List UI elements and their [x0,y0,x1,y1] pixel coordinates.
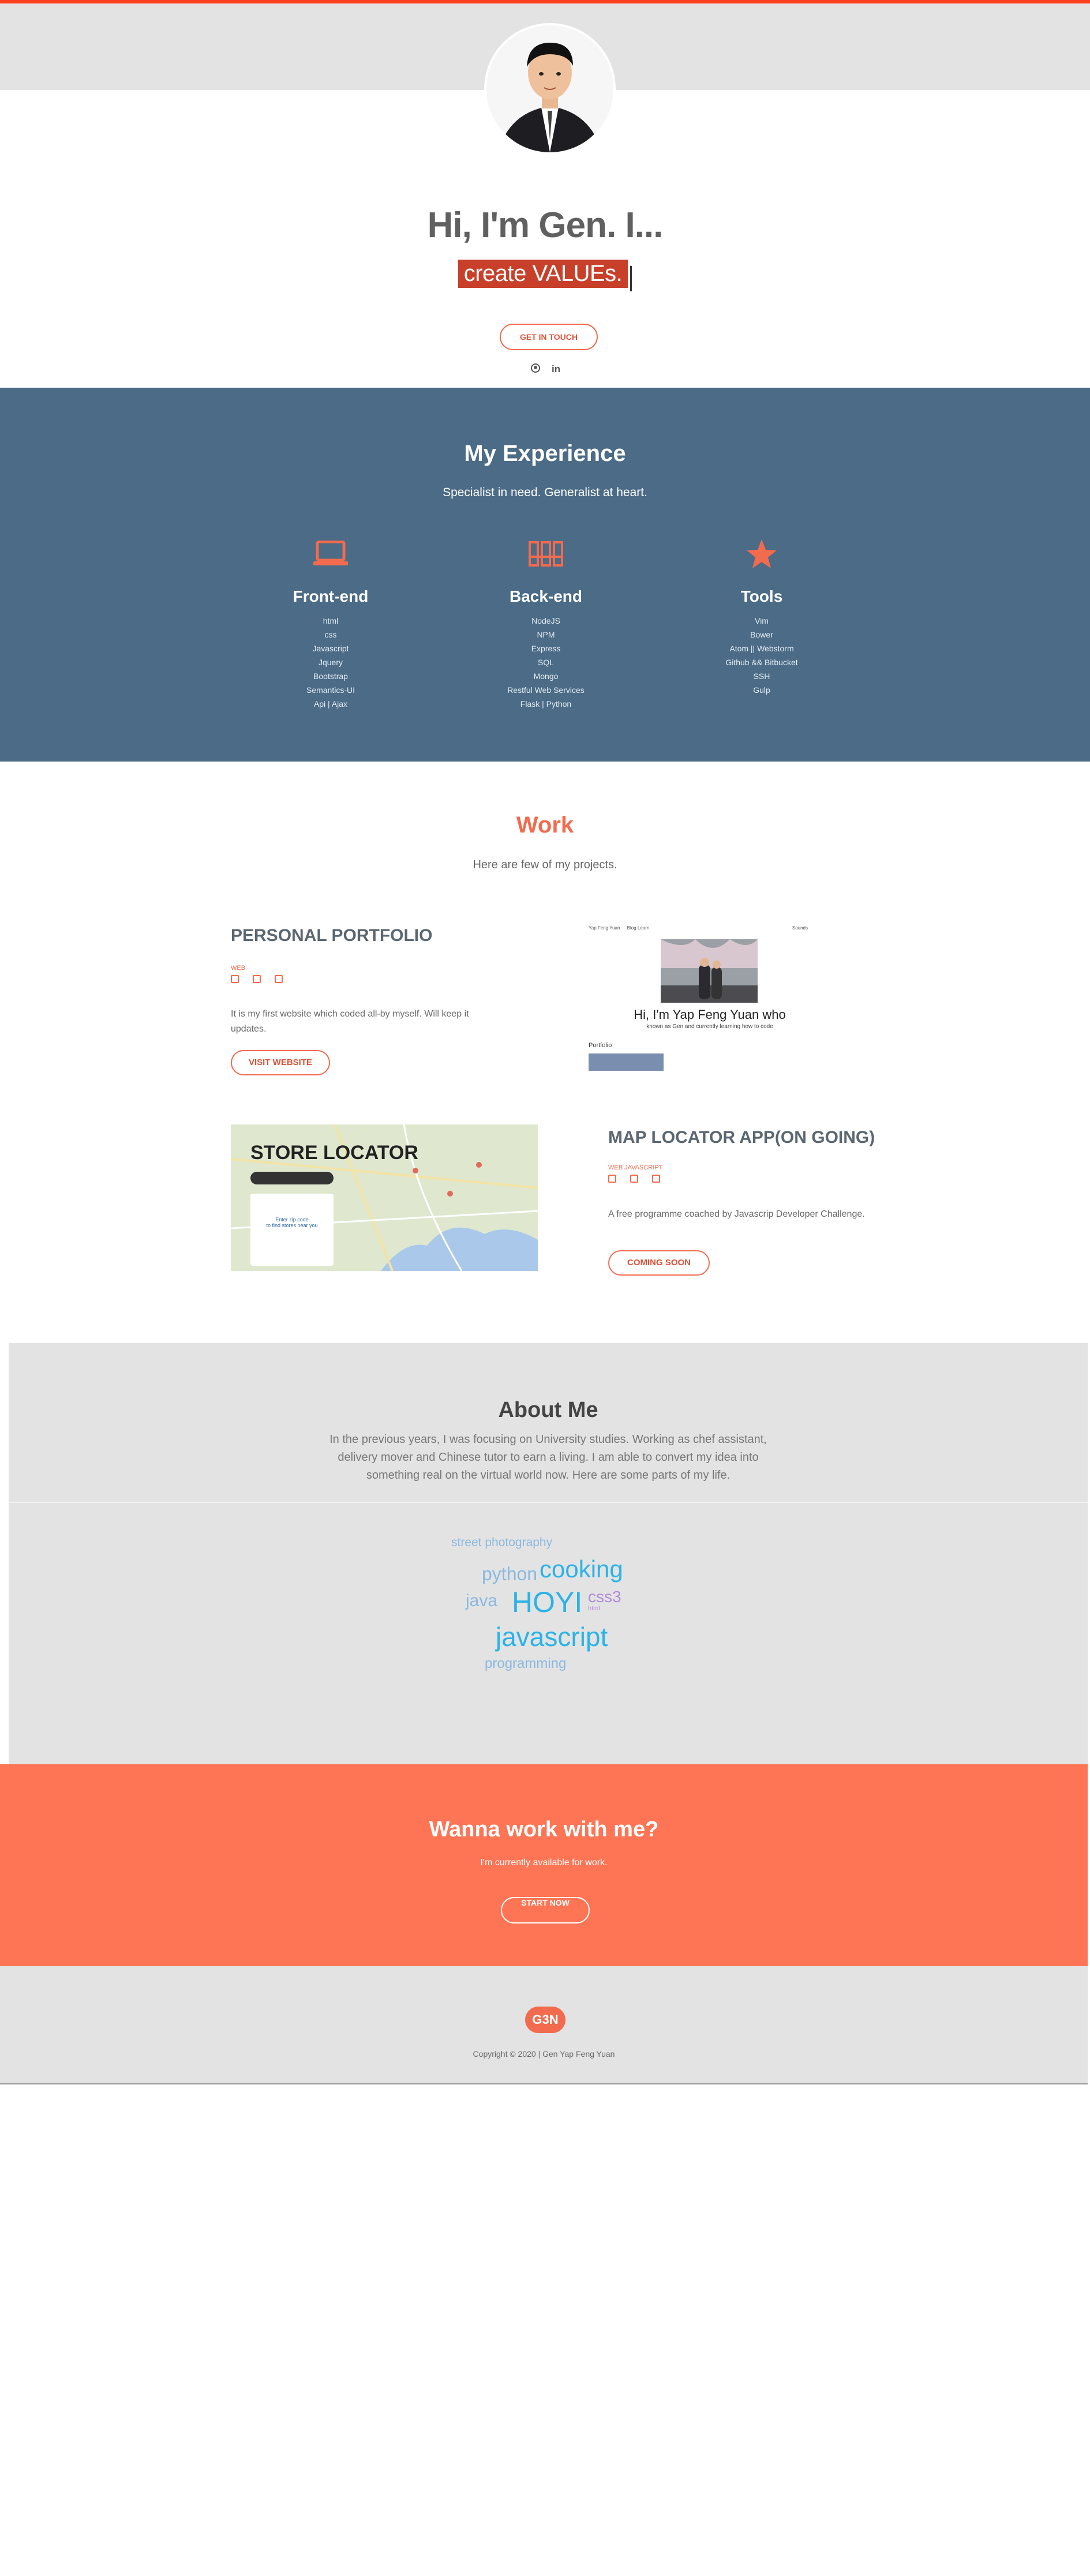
typed-headline: create VALUEs. [0,260,1090,291]
backend-title: Back-end [509,587,583,605]
project-title: MAP LOCATOR APP(ON GOING) [608,1128,875,1147]
mobile-icon [275,975,283,983]
store-locator-heading: STORE LOCATOR [250,1142,418,1164]
star-icon [687,537,837,571]
cloud-word: cooking [540,1555,623,1583]
social-links: in [531,363,565,377]
frontend-column: Front-end html css Javascript Jquery Boo… [256,537,406,711]
server-rack-icon [471,537,621,571]
store-locator-search [250,1172,334,1184]
preview-heading: Hi, I'm Yap Feng Yuan who [634,1007,786,1022]
work-subtitle: Here are few of my projects. [473,858,617,871]
logo[interactable]: G3N [525,2007,565,2033]
preview-nav: Yap Feng Yuan Blog Learn Sounds [589,925,831,931]
skill-item: Jquery [318,658,343,667]
device-icons [231,975,283,983]
tools-column: Tools Vim Bower Atom || Webstorm Github … [687,537,837,697]
skill-item: Atom || Webstorm [729,644,794,653]
skill-item: Bootstrap [313,672,348,681]
frontend-title: Front-end [293,587,369,605]
preview-section-label: Portfolio [589,1042,612,1049]
linkedin-icon[interactable]: in [552,363,560,377]
portfolio-preview[interactable]: Yap Feng Yuan Blog Learn Sounds Hi, I'm … [589,920,831,1075]
skill-item: Bower [750,630,773,639]
preview-subheading: known as Gen and currently learning how … [646,1023,773,1030]
skill-item: Javascript [312,644,349,653]
tablet-icon [253,975,261,983]
store-locator-preview[interactable]: STORE LOCATOR Enter zip code to find sto… [231,1124,538,1271]
card-line-1: Enter zip code [275,1217,309,1223]
work-title: Work [516,812,574,838]
skill-item: NPM [537,630,555,639]
laptop-icon [256,537,406,571]
skill-item: html [323,616,339,625]
card-line-2: to find stores near you [266,1223,318,1228]
cloud-word: street photography [451,1536,553,1549]
divider [9,1502,1088,1503]
about-title: About Me [498,1398,598,1422]
project-tag: WEB JAVASCRIPT [608,1164,663,1171]
skill-item: Restful Web Services [507,685,585,695]
experience-title: My Experience [464,441,626,466]
skill-item: SSH [753,672,770,681]
about-text: In the previous years, I was focusing on… [329,1433,767,1482]
text-cursor [630,265,632,291]
about-section: About Me In the previous years, I was fo… [9,1343,1088,1764]
skill-item: Vim [755,616,769,625]
skill-item: css [324,630,337,639]
skill-item: Express [531,644,561,653]
preview-photo [661,939,758,1003]
skill-item: Gulp [753,685,770,695]
project-tag: WEB [231,965,246,972]
preview-thumbnail [589,1053,664,1071]
footer: G3N Copyright © 2020 | Gen Yap Feng Yuan [0,1966,1088,2084]
preview-brand: Yap Feng Yuan [589,925,620,931]
cloud-word: java [466,1591,498,1610]
cloud-word: javascript [496,1622,608,1652]
tools-title: Tools [740,587,783,605]
cloud-word: programming [485,1656,567,1671]
cloud-word: HOYI [512,1586,583,1618]
cta-title: Wanna work with me? [429,1817,659,1842]
tablet-icon [630,1175,638,1183]
preview-nav-right: Sounds [792,925,808,931]
visit-website-button[interactable]: VISIT WEBSITE [231,1050,330,1075]
cloud-word: css3 [588,1588,621,1606]
skill-item: Mongo [533,672,559,681]
mobile-icon [652,1175,660,1183]
skill-item: Github && Bitbucket [725,658,798,667]
get-in-touch-button[interactable]: GET IN TOUCH [500,324,598,350]
github-icon[interactable] [531,363,540,377]
experience-subtitle: Specialist in need. Generalist at heart. [443,486,647,499]
project-description: A free programme coached by Javascrip De… [608,1209,865,1219]
cta-section: Wanna work with me? I'm currently availa… [0,1764,1088,1966]
cta-subtitle: I'm currently available for work. [480,1858,608,1868]
skill-item: Semantics-UI [306,685,355,695]
cloud-word: html [588,1605,600,1612]
project-title: PERSONAL PORTFOLIO [231,926,433,945]
hero-title: Hi, I'm Gen. I... [427,205,664,245]
backend-skill-list: NodeJS NPM Express SQL Mongo Restful Web… [471,614,621,711]
coming-soon-button[interactable]: COMING SOON [608,1250,710,1276]
copyright-text: Copyright © 2020 | Gen Yap Feng Yuan [473,2049,615,2058]
skill-item: NodeJS [531,616,560,625]
desktop-icon [231,975,239,983]
start-now-button[interactable]: START NOW [501,1897,590,1923]
backend-column: Back-end NodeJS NPM Express SQL Mongo Re… [471,537,621,711]
typed-text: create VALUEs. [458,260,628,288]
device-icons [608,1175,660,1183]
skill-item: SQL [537,658,554,667]
cloud-word: python [482,1563,538,1584]
avatar [484,23,616,155]
preview-nav-links: Blog Learn [627,925,650,931]
project-description: It is my first website which coded all-b… [231,1009,469,1034]
frontend-skill-list: html css Javascript Jquery Bootstrap Sem… [256,614,406,711]
store-locator-card: Enter zip code to find stores near you [250,1194,334,1266]
experience-section: My Experience Specialist in need. Genera… [0,388,1090,762]
desktop-icon [608,1175,616,1183]
skill-item: Flask | Python [520,699,572,708]
skill-item: Api | Ajax [313,699,348,708]
tools-skill-list: Vim Bower Atom || Webstorm Github && Bit… [687,614,837,697]
